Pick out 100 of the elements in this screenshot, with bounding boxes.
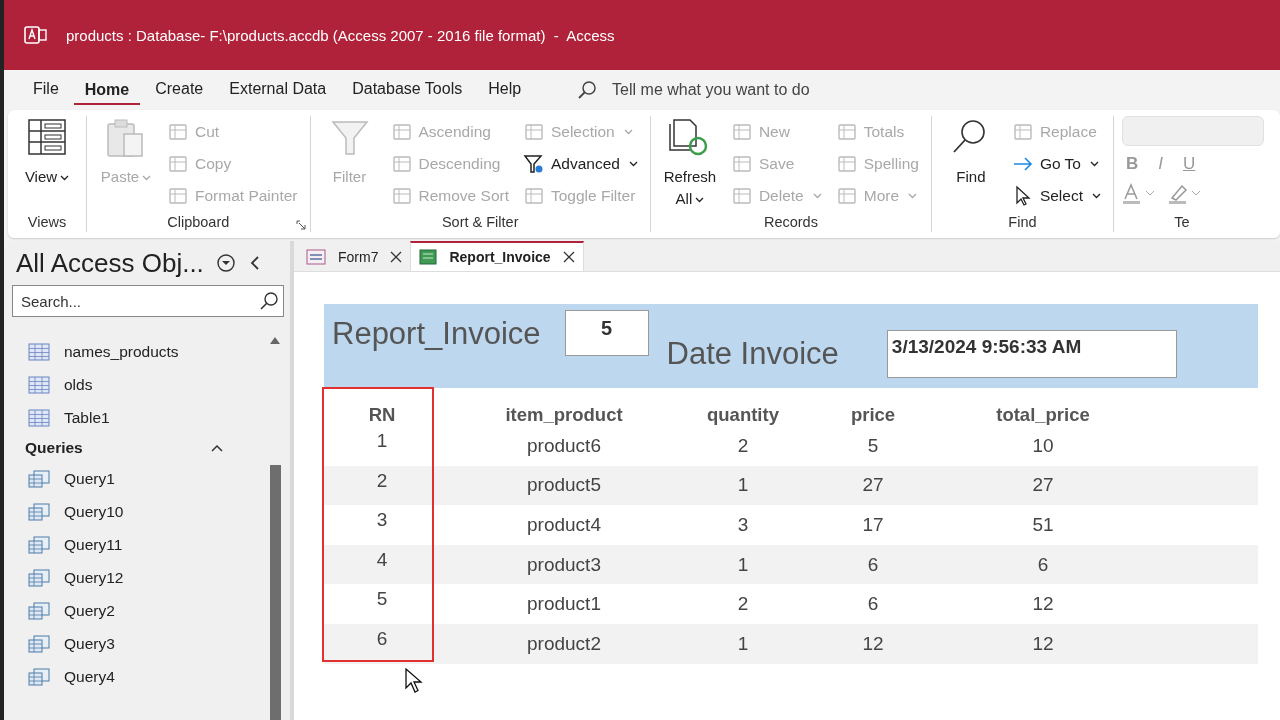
table-cell: 6 [867,553,879,576]
table-cell: 3 [737,514,749,536]
table-cell: 12 [1032,593,1054,616]
navigation-item[interactable]: Query10 [4,495,268,528]
invoice-number-field: 5 [564,310,649,356]
document-tab[interactable]: Report_Invoice [410,241,584,271]
navigation-item[interactable]: Query1 [4,462,268,495]
caret-icon [623,129,633,135]
caret-icon [695,197,705,204]
date-field: 3/13/2024 9:56:33 AM [886,330,1177,378]
section-header[interactable]: Queries [4,434,268,462]
table-cell: 12 [862,632,884,655]
caret-icon [1089,161,1099,167]
search-icon [259,291,279,311]
table-cell-text: 4 [376,547,388,571]
table-cell: product6 [527,434,601,457]
table-cell: 6 [867,593,879,616]
query-icon [28,568,50,587]
menu-tab[interactable]: External Data [218,74,338,106]
dropdown-icon[interactable] [215,253,236,273]
caret-icon [908,193,918,199]
column-header: quantity [707,404,779,426]
group-label: Views [27,214,67,230]
mouse-pointer-icon [404,668,424,694]
table-cell: 10 [1032,434,1054,457]
navigation-item[interactable]: Query12 [4,561,268,594]
query-icon [28,634,50,653]
table-cell-text: 5 [376,587,388,611]
table-cell: 2 [737,593,749,616]
search-field[interactable]: Search... [12,285,284,317]
navigation-item[interactable]: Query2 [4,594,268,627]
table-cell: 6 [1037,553,1049,576]
query-icon [28,667,50,686]
table-cell: 51 [1032,514,1054,536]
navigation-item[interactable]: Query4 [4,660,268,693]
ribbon-button[interactable]: Advanced [520,151,640,177]
query-icon [28,535,50,554]
table-cell: product5 [527,474,601,497]
tell-me-field[interactable]: Tell me what you want to do [610,80,895,100]
pane-title[interactable]: All Access Obj... [16,247,204,279]
ribbon-button[interactable]: Find [939,116,1002,212]
table-cell: 27 [862,474,884,497]
column-header: total_price [996,404,1090,426]
table-cell: product3 [527,553,601,576]
menu-tab[interactable]: Home [73,75,141,105]
query-icon [28,502,50,521]
window-title: products : Database- F:\products.accdb (Access 2007 - 2016 file format) - Access [66,26,615,44]
group-label: Records [763,214,818,230]
scroll-up-icon[interactable] [269,335,281,345]
column-header: RN [368,404,396,426]
menu-tab[interactable]: Database Tools [341,74,474,106]
scrollbar[interactable] [268,335,282,720]
table-icon [28,342,50,361]
table-cell: 5 [867,434,879,457]
ribbon-button[interactable]: Select [1009,183,1103,209]
report-title: Report_Invoice [332,316,541,352]
table-cell-text: 6 [376,626,388,650]
menu-tab[interactable]: Create [144,74,215,106]
table-cell-text: 2 [376,468,388,492]
table-cell: 12 [1032,632,1054,655]
table-icon [28,375,50,394]
chevron-icon[interactable] [210,443,224,453]
ribbon-button[interactable]: Go To [1009,151,1103,177]
group-label: Te [1174,214,1190,230]
dialog-launcher-icon[interactable] [295,220,306,230]
ribbon-button[interactable]: View [16,116,78,212]
query-icon [28,601,50,620]
table-icon [28,408,50,427]
app-logo-icon [24,25,48,45]
navigation-item[interactable]: olds [4,368,268,401]
menu-tab[interactable]: Help [477,74,533,106]
table-cell-text: 3 [376,508,388,532]
ribbon-button[interactable]: Refresh All [658,116,721,212]
table-cell: 27 [1032,474,1054,497]
report-icon [419,249,438,265]
navigation-item[interactable]: names_products [4,335,268,368]
table-cell: product1 [527,593,601,616]
caret-icon [628,161,638,167]
funnel-gear-icon [522,153,545,175]
highlighter-icon [1168,182,1202,206]
search-icon [576,79,599,101]
menu-tab[interactable]: File [22,74,70,106]
caret-icon [812,193,822,199]
date-label: Date Invoice [666,336,839,372]
group-label: Clipboard [167,214,230,230]
caret-icon [142,175,152,182]
caret-icon [1092,193,1101,199]
navigation-item[interactable]: Query11 [4,528,268,561]
navigation-item[interactable]: Table1 [4,401,268,434]
table-cell: 1 [737,632,749,655]
group-label: Find [1008,214,1037,230]
table-cell: 17 [862,514,884,536]
table-cell: product2 [527,632,601,655]
caret-icon [60,175,70,182]
table-cell: 1 [737,474,749,497]
column-header: price [850,404,896,426]
column-header: item_product [505,404,623,426]
query-icon [28,469,50,488]
navigation-item[interactable]: Query3 [4,627,268,660]
table-cell: product4 [527,514,601,536]
